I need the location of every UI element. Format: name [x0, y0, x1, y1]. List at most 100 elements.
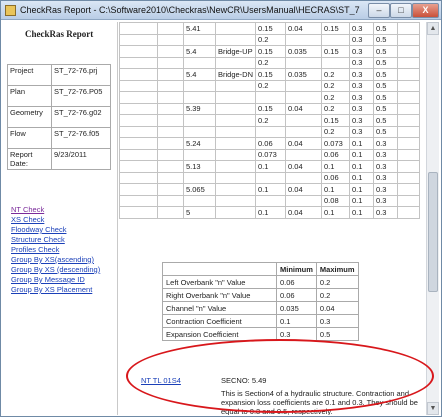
table-cell: 0.3 [349, 125, 375, 138]
table-cell: 0.06 [321, 171, 351, 184]
table-cell: 0.1 [349, 171, 375, 184]
table-cell [157, 137, 184, 150]
table-cell [183, 114, 216, 127]
info-value: ST_72-76.prj [51, 64, 111, 86]
info-label: Plan [7, 85, 52, 107]
table-cell [214, 79, 257, 92]
table-cell: 0.04 [285, 22, 323, 35]
window-title: CheckRas Report - C:\Software2010\Checkr… [20, 5, 360, 15]
table-cell: 0.1 [321, 183, 351, 196]
table-cell [397, 137, 421, 150]
minmax-row: Contraction Coefficient 0.1 0.3 [162, 314, 359, 328]
table-cell: 0.1 [255, 206, 287, 219]
minmax-header: Minimum [276, 262, 317, 276]
table-cell [285, 33, 323, 46]
minmax-header [162, 262, 277, 276]
table-cell [397, 45, 421, 58]
table-cell: 0.5 [373, 79, 399, 92]
table-cell: 0.1 [349, 206, 375, 219]
table-cell: 0.3 [349, 91, 375, 104]
table-cell: 0.04 [285, 183, 323, 196]
table-cell [157, 125, 184, 138]
scroll-down-arrow-icon[interactable]: ▼ [427, 402, 439, 415]
table-cell: 0.06 [321, 148, 351, 161]
table-cell [285, 56, 323, 69]
table-cell: 0.5 [373, 56, 399, 69]
table-cell: 5 [183, 206, 216, 219]
nav-link[interactable]: NT Check [11, 205, 117, 214]
info-row: Report Date: 9/23/2011 [7, 148, 111, 170]
table-cell: 0.1 [321, 206, 351, 219]
table-cell: 0.3 [373, 148, 399, 161]
table-cell: 0.1 [321, 160, 351, 173]
maximize-button[interactable]: □ [390, 3, 412, 18]
nav-link[interactable]: Profiles Check [11, 245, 117, 254]
table-cell [255, 125, 287, 138]
table-cell [157, 56, 184, 69]
table-cell: 0.3 [373, 206, 399, 219]
nav-link[interactable]: Structure Check [11, 235, 117, 244]
vertical-scrollbar[interactable]: ▲ ▼ [426, 22, 439, 415]
nav-link[interactable]: Group By XS(ascending) [11, 255, 117, 264]
left-pane: CheckRas Report Project ST_72-76.prj Plan S… [3, 22, 118, 415]
table-cell: 0.5 [373, 22, 399, 35]
nav-link[interactable]: Group By XS (descending) [11, 265, 117, 274]
table-cell [397, 79, 421, 92]
table-cell: 0.1 [255, 183, 287, 196]
table-row: 5.24 0.06 0.04 0.073 0.1 0.3 [119, 137, 421, 150]
table-cell [119, 114, 158, 127]
table-cell [214, 22, 257, 35]
nav-link[interactable]: Floodway Check [11, 225, 117, 234]
table-cell [183, 33, 216, 46]
minimize-button[interactable]: – [368, 3, 390, 18]
table-cell [397, 56, 421, 69]
table-cell: 0.1 [349, 183, 375, 196]
table-row: 0.2 0.15 0.3 0.5 [119, 114, 421, 127]
table-cell [214, 148, 257, 161]
scroll-up-arrow-icon[interactable]: ▲ [427, 22, 439, 35]
info-row: Flow ST_72-76.f05 [7, 127, 111, 149]
info-value: ST_72-76.g02 [51, 106, 111, 128]
table-cell: 0.073 [255, 148, 287, 161]
minmax-value: 0.5 [315, 327, 359, 341]
nav-link[interactable]: Group By XS Placement [11, 285, 117, 294]
info-value: ST_72-76.f05 [51, 127, 111, 149]
table-cell [157, 114, 184, 127]
table-cell: 5.065 [183, 183, 216, 196]
table-row: 5.39 0.15 0.04 0.2 0.3 0.5 [119, 102, 421, 115]
table-cell: 0.2 [255, 79, 287, 92]
table-cell [397, 160, 421, 173]
table-cell [214, 114, 257, 127]
table-row: 0.2 0.3 0.5 [119, 56, 421, 69]
table-cell: 0.04 [285, 102, 323, 115]
table-cell [119, 56, 158, 69]
table-cell: 0.3 [349, 68, 375, 81]
info-label: Project [7, 64, 52, 86]
table-row: 5.41 0.15 0.04 0.15 0.3 0.5 [119, 22, 421, 35]
title-bar[interactable]: CheckRas Report - C:\Software2010\Checkr… [1, 1, 441, 20]
table-cell [285, 125, 323, 138]
table-cell [321, 56, 351, 69]
table-cell [255, 194, 287, 207]
table-cell [119, 33, 158, 46]
table-cell: Bridge-UP [214, 45, 257, 58]
table-cell: 0.15 [255, 68, 287, 81]
scrollbar-thumb[interactable] [428, 172, 438, 292]
table-cell [157, 171, 184, 184]
table-cell: Bridge-DN [214, 68, 257, 81]
minmax-table: Minimum Maximum Left Overbank "n" Value 0… [162, 262, 359, 341]
report-info-table: Project ST_72-76.prj Plan ST_72-76.P05 Geome… [7, 64, 111, 170]
nav-link[interactable]: Group By Message ID [11, 275, 117, 284]
table-cell: 0.3 [373, 137, 399, 150]
nav-link[interactable]: XS Check [11, 215, 117, 224]
table-cell: 0.5 [373, 114, 399, 127]
minmax-value: 0.06 [276, 275, 317, 289]
table-cell: 0.5 [373, 45, 399, 58]
table-cell [285, 148, 323, 161]
table-cell [157, 102, 184, 115]
table-row: 5.4 Bridge-UP 0.15 0.035 0.15 0.3 0.5 [119, 45, 421, 58]
table-cell: 0.3 [349, 114, 375, 127]
info-row: Geometry ST_72-76.g02 [7, 106, 111, 128]
close-button[interactable]: X [412, 3, 439, 18]
table-cell [285, 79, 323, 92]
